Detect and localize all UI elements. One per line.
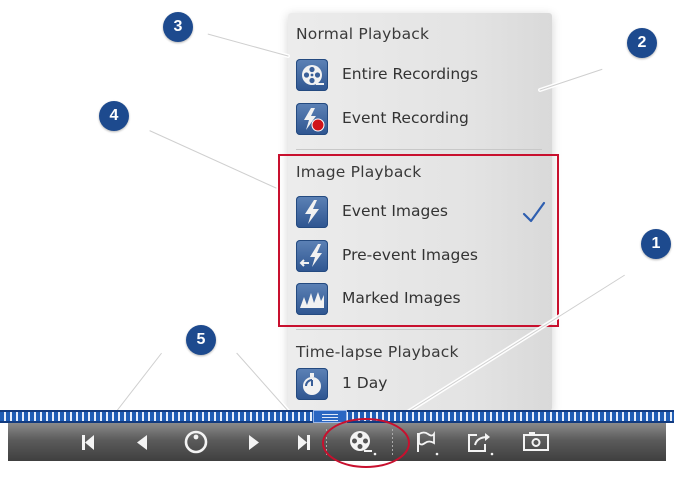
callout-badge-4: 4 bbox=[99, 101, 129, 131]
callout-badge-3: 3 bbox=[163, 12, 193, 42]
export-icon bbox=[468, 433, 494, 456]
live-button[interactable] bbox=[179, 423, 213, 461]
flag-button[interactable] bbox=[412, 423, 440, 461]
next-icon bbox=[249, 435, 259, 450]
snapshot-icon bbox=[523, 432, 549, 451]
flag-icon bbox=[417, 431, 439, 456]
playback-mode-highlight bbox=[322, 418, 410, 468]
snapshot-button[interactable] bbox=[520, 423, 552, 461]
skip-to-end-icon bbox=[298, 435, 310, 450]
callout-lines bbox=[100, 29, 632, 432]
callout-badge-5: 5 bbox=[186, 325, 216, 355]
skip-to-end-button[interactable] bbox=[294, 423, 316, 461]
skip-to-start-button[interactable] bbox=[78, 423, 98, 461]
next-button[interactable] bbox=[244, 423, 264, 461]
previous-icon bbox=[137, 435, 147, 450]
skip-to-start-icon bbox=[82, 435, 94, 450]
callout-badge-2: 2 bbox=[627, 28, 657, 58]
export-button[interactable] bbox=[464, 423, 496, 461]
live-icon bbox=[184, 430, 208, 454]
previous-button[interactable] bbox=[132, 423, 152, 461]
callout-badge-1: 1 bbox=[641, 229, 671, 259]
